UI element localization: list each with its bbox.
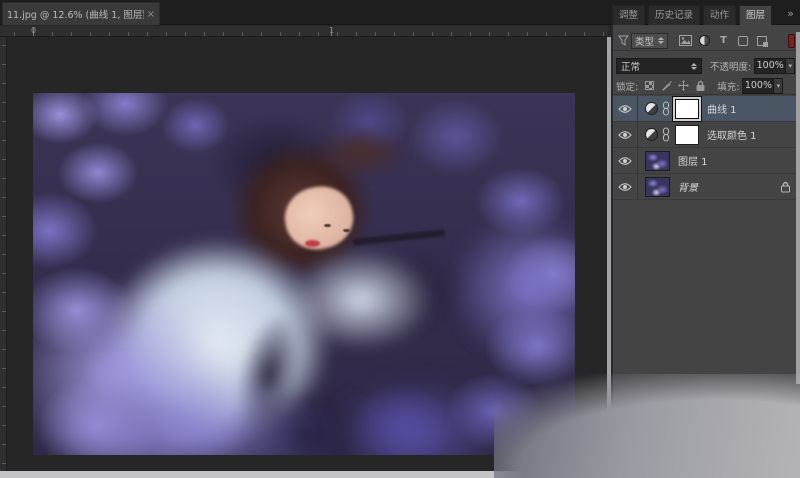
mask-link-icon[interactable] bbox=[662, 101, 670, 116]
fill-dropdown-arrow-icon[interactable]: ▾ bbox=[774, 78, 783, 94]
layer-mask-thumbnail[interactable] bbox=[675, 99, 699, 119]
visibility-toggle[interactable] bbox=[613, 174, 638, 200]
gradient-watermark bbox=[494, 374, 800, 478]
layer-mask-thumbnail[interactable] bbox=[675, 125, 699, 145]
updown-arrows-icon bbox=[691, 63, 697, 70]
lock-position-icon[interactable] bbox=[677, 79, 690, 92]
panel-tab-layers[interactable]: 图层 bbox=[739, 5, 772, 25]
layer-name[interactable]: 曲线 1 bbox=[707, 101, 800, 116]
filter-pixel-layers-icon[interactable] bbox=[678, 34, 693, 48]
vertical-ruler bbox=[0, 37, 7, 471]
photo-detail bbox=[343, 229, 350, 232]
collapse-panels-icon[interactable]: » bbox=[787, 5, 794, 25]
eye-icon bbox=[618, 104, 632, 114]
ruler-label: 1 bbox=[329, 26, 334, 35]
lock-all-icon[interactable] bbox=[694, 79, 707, 92]
close-tab-icon[interactable]: × bbox=[147, 9, 155, 20]
filter-on-off-toggle[interactable] bbox=[788, 34, 795, 48]
photo-detail bbox=[450, 212, 575, 364]
layer-list: 曲线 1 选取颜色 1 图层 1 bbox=[613, 96, 800, 200]
panel-scrollbar[interactable] bbox=[796, 32, 800, 384]
layer-thumbnail[interactable] bbox=[645, 177, 670, 197]
blend-mode-value: 正常 bbox=[621, 59, 640, 73]
panel-tab-adjustments[interactable]: 调整 bbox=[612, 5, 645, 25]
eye-icon bbox=[618, 182, 632, 192]
lock-transparent-pixels-icon[interactable] bbox=[643, 79, 656, 92]
lock-label: 锁定: bbox=[616, 79, 638, 93]
eye-icon bbox=[618, 130, 632, 140]
opacity-dropdown-arrow-icon[interactable]: ▾ bbox=[786, 58, 795, 74]
eye-icon bbox=[618, 156, 632, 166]
photo-detail bbox=[324, 224, 331, 227]
layer-row-background[interactable]: 背景 bbox=[613, 174, 800, 200]
lock-row: 锁定: 填充: 100% ▾ bbox=[613, 77, 800, 95]
fill-value[interactable]: 100% bbox=[742, 78, 774, 94]
panel-tab-history[interactable]: 历史记录 bbox=[648, 5, 700, 25]
filter-funnel-icon bbox=[618, 35, 629, 46]
opacity-label: 不透明度: bbox=[710, 59, 751, 73]
mask-link-icon[interactable] bbox=[662, 127, 670, 142]
photo-detail bbox=[315, 126, 407, 180]
visibility-toggle[interactable] bbox=[613, 148, 638, 174]
filter-kind-label: 类型 bbox=[635, 34, 654, 48]
adjustment-layer-icon bbox=[645, 128, 658, 141]
visibility-toggle[interactable] bbox=[613, 96, 638, 122]
panel-tab-bar: 调整 历史记录 动作 图层 » bbox=[612, 5, 800, 25]
horizontal-ruler: 0 1 bbox=[0, 26, 608, 37]
background-lock-icon bbox=[780, 181, 791, 193]
blend-mode-row: 正常 不透明度: 100% ▾ bbox=[613, 56, 800, 76]
layer-name[interactable]: 背景 bbox=[678, 179, 780, 194]
document-tab-bar: 11.jpg @ 12.6% (曲线 1, 图层蒙版/8) * × 调整 历史记… bbox=[0, 0, 800, 25]
opacity-value[interactable]: 100% bbox=[754, 58, 786, 74]
document-tab-title: 11.jpg @ 12.6% (曲线 1, 图层蒙版/8) * bbox=[7, 7, 144, 21]
panel-tab-actions[interactable]: 动作 bbox=[703, 5, 736, 25]
fill-label: 填充: bbox=[717, 79, 739, 93]
filter-shape-layers-icon[interactable] bbox=[735, 34, 750, 48]
adjustment-layer-icon bbox=[645, 102, 658, 115]
updown-arrows-icon bbox=[658, 37, 664, 44]
layer-row-curves-1[interactable]: 曲线 1 bbox=[613, 96, 800, 122]
blend-mode-dropdown[interactable]: 正常 bbox=[616, 58, 702, 74]
lock-image-pixels-icon[interactable] bbox=[660, 79, 673, 92]
document-tab[interactable]: 11.jpg @ 12.6% (曲线 1, 图层蒙版/8) * × bbox=[2, 2, 160, 25]
ruler-label: 0 bbox=[31, 26, 36, 35]
layer-name[interactable]: 图层 1 bbox=[678, 153, 800, 168]
visibility-toggle[interactable] bbox=[613, 122, 638, 148]
filter-smart-object-layers-icon[interactable] bbox=[754, 34, 769, 48]
filter-type-layers-icon[interactable]: T bbox=[716, 34, 731, 48]
layer-thumbnail[interactable] bbox=[645, 151, 670, 171]
filter-adjustment-layers-icon[interactable] bbox=[697, 34, 712, 48]
photoshop-window: 11.jpg @ 12.6% (曲线 1, 图层蒙版/8) * × 调整 历史记… bbox=[0, 0, 800, 478]
layer-name[interactable]: 选取颜色 1 bbox=[707, 127, 800, 142]
layer-filter-row: 类型 T bbox=[613, 31, 800, 51]
lock-icons bbox=[641, 79, 709, 92]
photo-detail bbox=[288, 249, 434, 350]
layer-row-layer-1[interactable]: 图层 1 bbox=[613, 148, 800, 174]
photo-detail bbox=[331, 379, 499, 455]
layer-row-selective-color-1[interactable]: 选取颜色 1 bbox=[613, 122, 800, 148]
filter-kind-dropdown[interactable]: 类型 bbox=[631, 33, 668, 49]
